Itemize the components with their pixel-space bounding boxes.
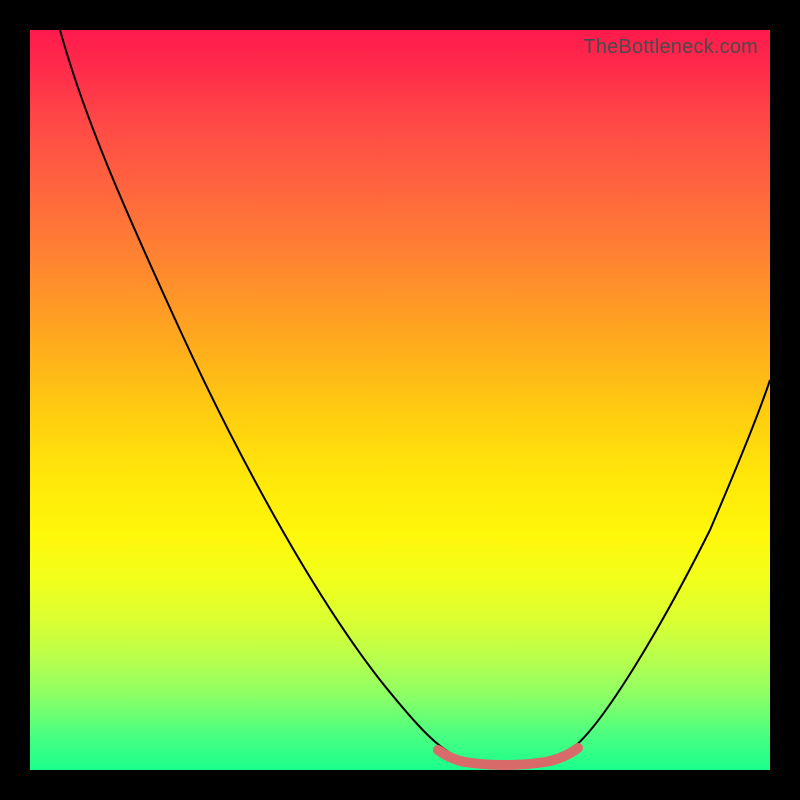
chart-svg xyxy=(30,30,770,770)
bottleneck-curve xyxy=(60,30,770,764)
optimal-region-marker xyxy=(438,748,578,765)
chart-plot-area: TheBottleneck.com xyxy=(30,30,770,770)
